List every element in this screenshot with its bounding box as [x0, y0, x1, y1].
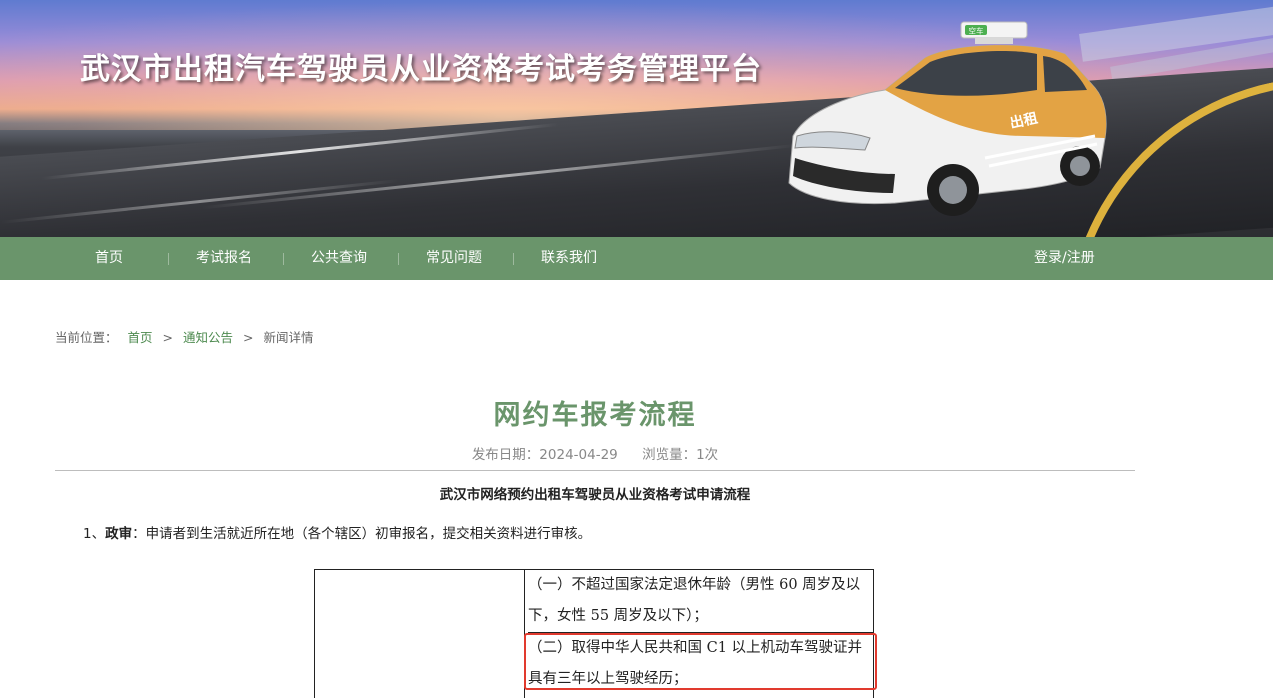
nav-item-contact[interactable]: 联系我们	[541, 237, 597, 280]
breadcrumb-separator: >	[162, 330, 173, 345]
main-nav: 首页 考试报名 公共查询 常见问题 联系我们 登录/注册	[0, 237, 1273, 280]
nav-item-faq[interactable]: 常见问题	[426, 237, 482, 280]
taxi-car-image: 空车 出租	[788, 21, 1107, 216]
site-title: 武汉市出租汽车驾驶员从业资格考试考务管理平台	[80, 52, 762, 87]
step-1-label: 政审	[105, 526, 133, 542]
title-divider	[55, 470, 1135, 471]
breadcrumb-prefix: 当前位置：	[55, 330, 118, 345]
nav-divider	[398, 253, 399, 265]
article-title: 网约车报考流程	[493, 400, 697, 431]
step-1-paragraph: 1、政审：申请者到生活就近所在地（各个辖区）初审报名，提交相关资料进行审核。	[83, 522, 591, 542]
breadcrumb: 当前位置： 首页 > 通知公告 > 新闻详情	[55, 327, 313, 346]
login-register-link[interactable]: 登录/注册	[1034, 237, 1095, 280]
nav-item-exam-registration[interactable]: 考试报名	[196, 237, 252, 280]
requirements-table: （一）不超过国家法定退休年龄（男性 60 周岁及以下，女性 55 周岁及以下）；…	[314, 569, 874, 698]
nav-item-public-query[interactable]: 公共查询	[311, 237, 367, 280]
publish-date: 发布日期：2024-04-29	[471, 447, 618, 463]
requirement-license: （二）取得中华人民共和国 C1 以上机动车驾驶证并具有三年以上驾驶经历；	[528, 632, 873, 695]
requirements-table-content-cell: （一）不超过国家法定退休年龄（男性 60 周岁及以下，女性 55 周岁及以下）；…	[526, 570, 874, 698]
view-count: 浏览量：1次	[642, 447, 719, 463]
requirements-table-label-cell	[315, 570, 525, 698]
step-1-text: ：申请者到生活就近所在地（各个辖区）初审报名，提交相关资料进行审核。	[132, 526, 592, 542]
nav-divider	[283, 253, 284, 265]
article-meta: 发布日期：2024-04-29 浏览量：1次	[0, 443, 1190, 463]
header-banner: 武汉市出租汽车驾驶员从业资格考试考务管理平台 空车 出租	[0, 0, 1273, 237]
taxi-roof-text: 空车	[969, 26, 984, 36]
nav-divider	[168, 253, 169, 265]
requirement-age: （一）不超过国家法定退休年龄（男性 60 周岁及以下，女性 55 周岁及以下）；	[528, 577, 861, 624]
breadcrumb-current: 新闻详情	[263, 330, 314, 345]
breadcrumb-home-link[interactable]: 首页	[128, 330, 153, 345]
nav-item-home[interactable]: 首页	[95, 237, 123, 280]
breadcrumb-notice-link[interactable]: 通知公告	[183, 330, 233, 345]
breadcrumb-separator: >	[242, 330, 254, 345]
article-subtitle: 武汉市网络预约出租车驾驶员从业资格考试申请流程	[439, 487, 751, 503]
step-1-number: 1、	[83, 526, 106, 542]
nav-divider	[513, 253, 514, 265]
